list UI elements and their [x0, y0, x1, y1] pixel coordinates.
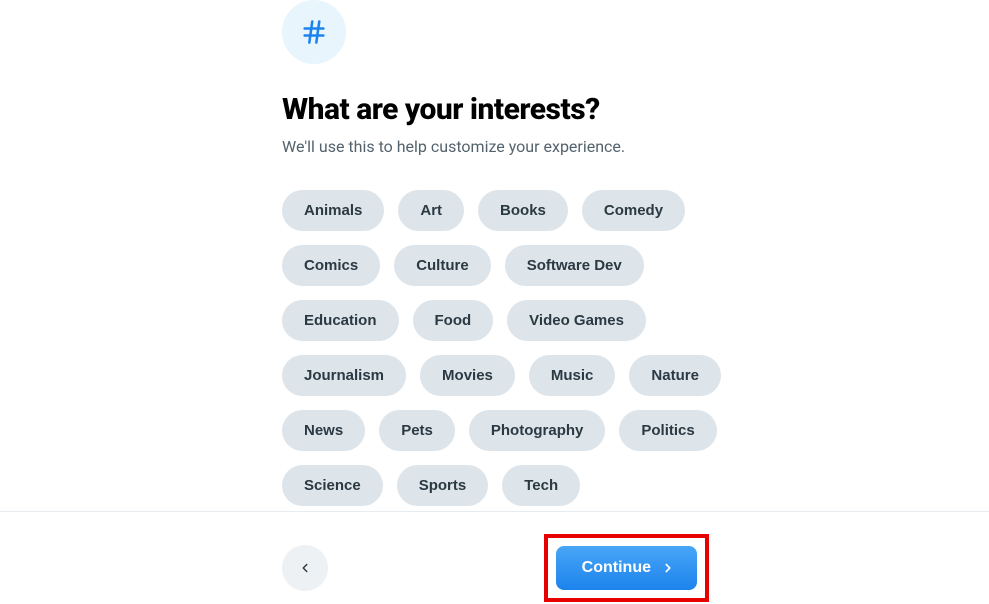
interests-container: Animals Art Books Comedy Comics Culture …: [282, 190, 722, 506]
interest-chip-politics[interactable]: Politics: [619, 410, 716, 451]
interest-chip-comics[interactable]: Comics: [282, 245, 380, 286]
chevron-right-icon: [661, 561, 675, 575]
interest-chip-books[interactable]: Books: [478, 190, 568, 231]
footer: Continue: [282, 534, 709, 602]
interest-chip-video-games[interactable]: Video Games: [507, 300, 646, 341]
interest-chip-pets[interactable]: Pets: [379, 410, 455, 451]
interest-chip-education[interactable]: Education: [282, 300, 399, 341]
interest-chip-photography[interactable]: Photography: [469, 410, 606, 451]
continue-button[interactable]: Continue: [556, 546, 697, 590]
interest-chip-tech[interactable]: Tech: [502, 465, 580, 506]
continue-highlight: Continue: [544, 534, 709, 602]
interest-chip-sports[interactable]: Sports: [397, 465, 489, 506]
interest-chip-animals[interactable]: Animals: [282, 190, 384, 231]
chevron-left-icon: [298, 561, 312, 575]
interest-chip-art[interactable]: Art: [398, 190, 464, 231]
back-button[interactable]: [282, 545, 328, 591]
hashtag-icon: [282, 0, 346, 64]
page-title: What are your interests?: [282, 92, 989, 127]
continue-label: Continue: [582, 559, 651, 577]
interest-chip-nature[interactable]: Nature: [629, 355, 721, 396]
footer-divider: [0, 511, 989, 512]
interest-chip-journalism[interactable]: Journalism: [282, 355, 406, 396]
interest-chip-science[interactable]: Science: [282, 465, 383, 506]
interest-chip-news[interactable]: News: [282, 410, 365, 451]
interest-chip-comedy[interactable]: Comedy: [582, 190, 685, 231]
interest-chip-culture[interactable]: Culture: [394, 245, 491, 286]
interest-chip-food[interactable]: Food: [413, 300, 494, 341]
interest-chip-movies[interactable]: Movies: [420, 355, 515, 396]
interest-chip-software-dev[interactable]: Software Dev: [505, 245, 644, 286]
page-subtitle: We'll use this to help customize your ex…: [282, 137, 989, 156]
interest-chip-music[interactable]: Music: [529, 355, 616, 396]
